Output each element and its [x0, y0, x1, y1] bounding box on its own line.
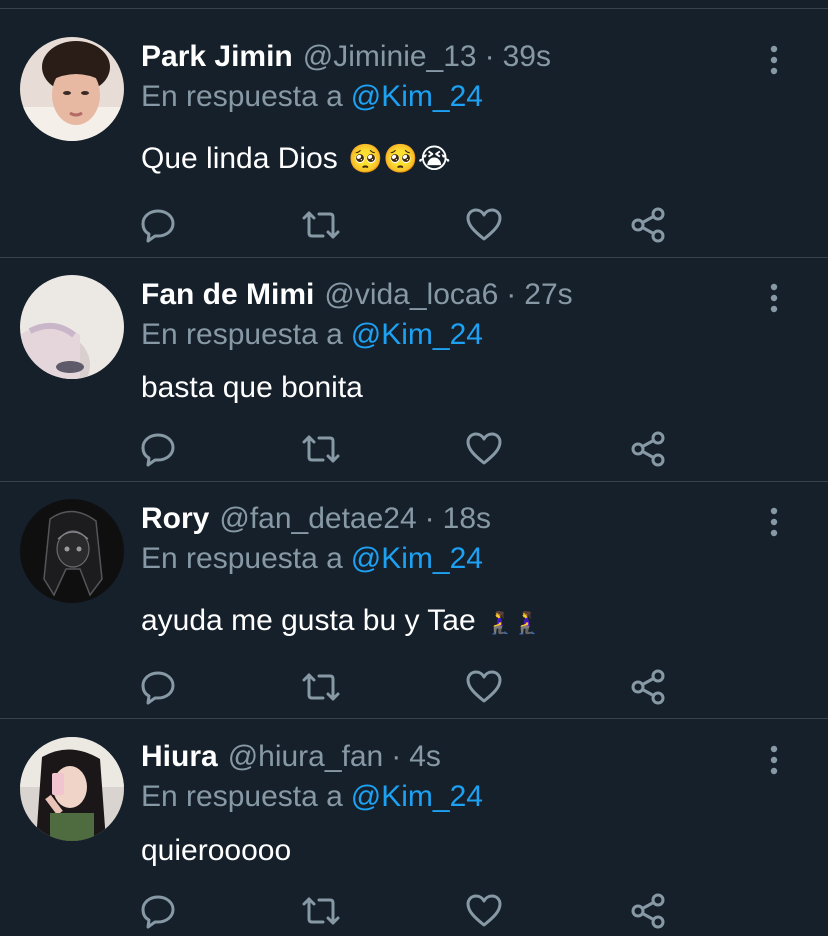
reply-prefix: En respuesta a: [141, 318, 343, 351]
reply-icon: [141, 671, 175, 705]
reply-button[interactable]: [138, 667, 178, 707]
tweet-actions: [0, 891, 828, 931]
tweet-card[interactable]: Fan de Mimi @vida_loca6 · 27s En respuesta …: [0, 275, 828, 482]
retweet-button[interactable]: [301, 429, 341, 469]
reply-mention[interactable]: @Kim_24: [351, 780, 483, 813]
share-icon: [631, 669, 665, 705]
tweet-time[interactable]: 27s: [524, 278, 572, 311]
separator-dot: ·: [391, 740, 402, 773]
more-options-button[interactable]: [762, 281, 786, 315]
reply-icon: [141, 895, 175, 929]
tweet-body: quierooooo: [141, 834, 292, 867]
reply-context: En respuesta a @Kim_24: [141, 539, 483, 579]
tweet-time[interactable]: 4s: [409, 740, 441, 773]
retweet-icon: [302, 673, 340, 701]
display-name[interactable]: Hiura: [141, 740, 218, 773]
reply-button[interactable]: [138, 205, 178, 245]
reply-prefix: En respuesta a: [141, 80, 343, 113]
separator-dot: ·: [424, 502, 435, 535]
avatar-drawing-icon: [20, 499, 124, 603]
more-options-icon: [770, 45, 778, 75]
avatar[interactable]: [20, 275, 124, 379]
display-name[interactable]: Park Jimin: [141, 40, 293, 73]
share-button[interactable]: [628, 891, 668, 931]
share-button[interactable]: [628, 205, 668, 245]
separator-dot: ·: [484, 40, 495, 73]
tweet-emoji: 🥺🥺😭: [348, 143, 451, 174]
more-options-button[interactable]: [762, 43, 786, 77]
like-button[interactable]: [464, 667, 504, 707]
reply-prefix: En respuesta a: [141, 542, 343, 575]
avatar-photo-icon: [20, 275, 124, 379]
reply-mention[interactable]: @Kim_24: [351, 80, 483, 113]
like-button[interactable]: [464, 891, 504, 931]
user-handle[interactable]: @Jiminie_13: [303, 40, 477, 73]
more-options-icon: [770, 507, 778, 537]
more-options-icon: [770, 745, 778, 775]
like-icon: [466, 670, 502, 703]
more-options-icon: [770, 283, 778, 313]
reply-button[interactable]: [138, 891, 178, 931]
reply-prefix: En respuesta a: [141, 780, 343, 813]
tweet-text: Que linda Dios 🥺🥺😭: [141, 137, 451, 181]
share-icon: [631, 893, 665, 929]
like-icon: [466, 894, 502, 927]
tweet-time[interactable]: 18s: [443, 502, 491, 535]
tweet-text: basta que bonita: [141, 366, 363, 410]
tweet-emoji: 🧎‍♀️🧎‍♀️: [486, 610, 541, 635]
avatar-photo-icon: [20, 737, 124, 841]
share-icon: [631, 207, 665, 243]
reply-mention[interactable]: @Kim_24: [351, 542, 483, 575]
reply-icon: [141, 209, 175, 243]
tweet-body: ayuda me gusta bu y Tae: [141, 604, 476, 637]
tweet-divider: [0, 718, 828, 719]
reply-context: En respuesta a @Kim_24: [141, 315, 483, 355]
tweet-time[interactable]: 39s: [503, 40, 551, 73]
tweet-actions: [0, 205, 828, 245]
tweet-body: Que linda Dios: [141, 142, 338, 175]
tweet-actions: [0, 429, 828, 469]
reply-button[interactable]: [138, 429, 178, 469]
avatar[interactable]: [20, 737, 124, 841]
tweet-text: quierooooo: [141, 829, 291, 873]
reply-mention[interactable]: @Kim_24: [351, 318, 483, 351]
tweet-divider: [0, 481, 828, 482]
user-handle[interactable]: @hiura_fan: [228, 740, 384, 773]
display-name[interactable]: Fan de Mimi: [141, 278, 314, 311]
tweet-body: basta que bonita: [141, 371, 363, 404]
tweet-card[interactable]: Hiura @hiura_fan · 4s En respuesta a @Kim_24…: [0, 737, 828, 936]
display-name[interactable]: Rory: [141, 502, 209, 535]
reply-feed: Park Jimin @Jiminie_13 · 39s En respuesta a…: [0, 0, 828, 936]
reply-context: En respuesta a @Kim_24: [141, 777, 483, 817]
like-icon: [466, 432, 502, 465]
tweet-card[interactable]: Park Jimin @Jiminie_13 · 39s En respuesta a…: [0, 37, 828, 258]
retweet-icon: [302, 435, 340, 463]
retweet-button[interactable]: [301, 205, 341, 245]
more-options-button[interactable]: [762, 743, 786, 777]
user-handle[interactable]: @fan_detae24: [219, 502, 416, 535]
tweet-actions: [0, 667, 828, 707]
separator-dot: ·: [506, 278, 517, 311]
like-button[interactable]: [464, 205, 504, 245]
avatar[interactable]: [20, 37, 124, 141]
retweet-icon: [302, 211, 340, 239]
avatar[interactable]: [20, 499, 124, 603]
retweet-icon: [302, 897, 340, 925]
tweet-card[interactable]: Rory @fan_detae24 · 18s En respuesta a @Kim_…: [0, 499, 828, 719]
retweet-button[interactable]: [301, 667, 341, 707]
user-handle[interactable]: @vida_loca6: [324, 278, 498, 311]
top-divider: [0, 8, 828, 9]
avatar-photo-icon: [20, 37, 124, 141]
share-button[interactable]: [628, 429, 668, 469]
tweet-divider: [0, 257, 828, 258]
reply-icon: [141, 433, 175, 467]
tweet-text: ayuda me gusta bu y Tae 🧎‍♀️🧎‍♀️: [141, 599, 541, 643]
more-options-button[interactable]: [762, 505, 786, 539]
retweet-button[interactable]: [301, 891, 341, 931]
share-icon: [631, 431, 665, 467]
reply-context: En respuesta a @Kim_24: [141, 77, 483, 117]
share-button[interactable]: [628, 667, 668, 707]
like-button[interactable]: [464, 429, 504, 469]
like-icon: [466, 208, 502, 241]
